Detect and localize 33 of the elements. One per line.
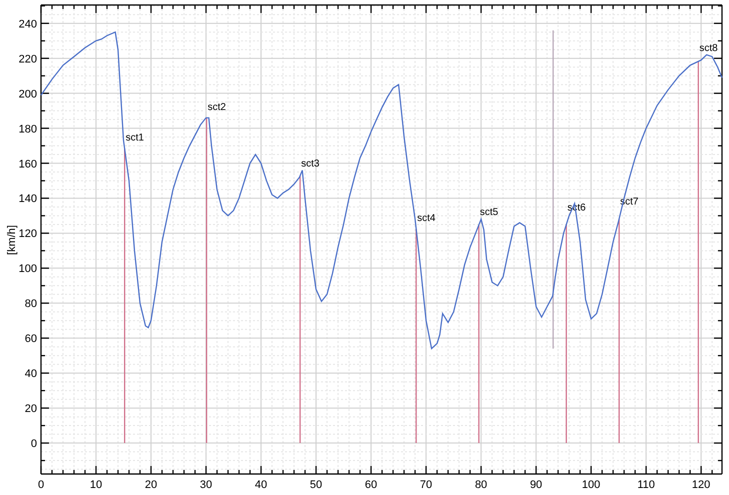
tick-label: 70 — [420, 479, 432, 491]
sector-label: sct5 — [480, 207, 498, 218]
sector-label: sct3 — [301, 158, 320, 170]
tick-label: 50 — [310, 479, 322, 491]
axis-title: [km/h] — [6, 225, 18, 255]
tick-label: 20 — [144, 479, 158, 491]
tick-label: 60 — [364, 479, 378, 491]
tick-label: 40 — [254, 479, 268, 491]
tick-label: 120 — [692, 479, 710, 491]
tick-label: 90 — [530, 479, 542, 491]
tick-label: 110 — [637, 479, 655, 491]
tick-label: 80 — [24, 298, 37, 310]
tick-label: 120 — [18, 228, 37, 240]
tick-label: 240 — [18, 18, 37, 30]
tick-label: 220 — [18, 53, 37, 66]
tick-label: 60 — [24, 333, 37, 346]
tick-label: 100 — [582, 479, 600, 491]
tick-label: 0 — [30, 438, 37, 450]
sector-label: sct2 — [208, 102, 226, 113]
sector-label: sct1 — [126, 132, 144, 144]
tick-label: 10 — [90, 479, 102, 491]
tick-label: 20 — [24, 403, 37, 416]
tick-label: 140 — [18, 193, 37, 206]
tick-label: 160 — [18, 158, 37, 170]
tick-label: 40 — [24, 368, 37, 380]
tick-label: 100 — [18, 263, 37, 276]
tick-label: 200 — [18, 88, 37, 100]
tick-label: 30 — [200, 479, 212, 491]
tick-label: 80 — [474, 479, 488, 491]
sector-label: sct4 — [417, 213, 436, 224]
tick-label: 0 — [38, 479, 44, 491]
tick-label: 180 — [18, 123, 37, 136]
sector-label: sct8 — [699, 42, 718, 54]
